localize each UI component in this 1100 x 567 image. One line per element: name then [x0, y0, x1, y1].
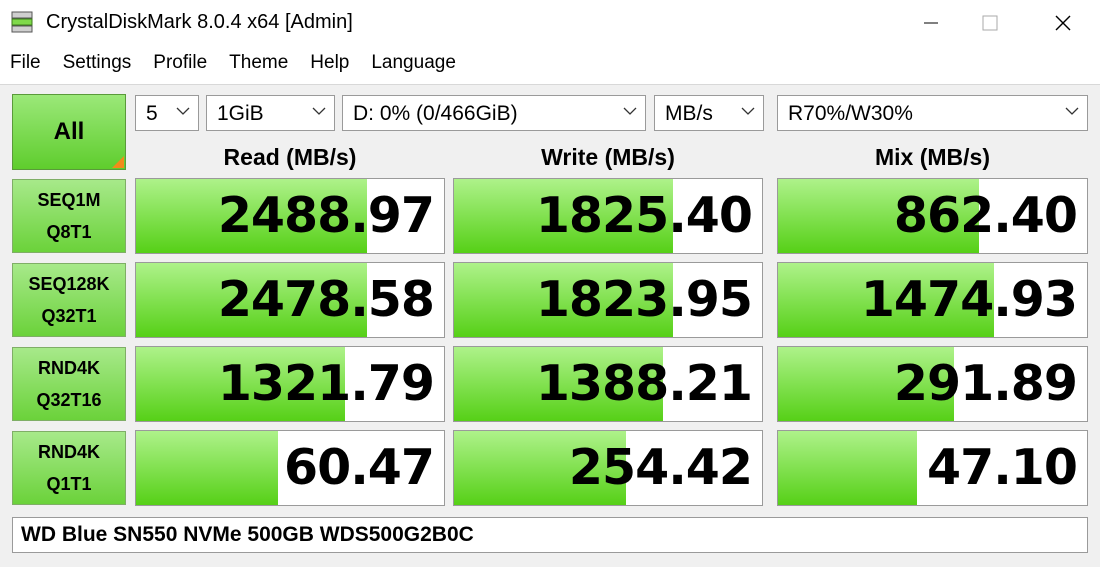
result-value: 1321.79 — [217, 355, 435, 412]
minimize-button[interactable] — [898, 0, 964, 46]
chevron-down-icon — [623, 107, 637, 115]
count-select-value: 5 — [146, 102, 158, 125]
test-params: Q32T16 — [36, 390, 102, 410]
result-cell-read: 1321.79 — [135, 346, 445, 422]
mix-ratio-select[interactable]: R70%/W30% — [777, 95, 1088, 131]
test-params: Q32T1 — [41, 306, 97, 326]
result-cell-mix: 862.40 — [777, 178, 1088, 254]
test-button-rnd4k-q1t1[interactable]: RND4K Q1T1 — [12, 431, 126, 505]
title-bar: CrystalDiskMark 8.0.4 x64 [Admin] — [0, 0, 1100, 46]
test-name: SEQ128K — [28, 274, 110, 294]
result-value: 2478.58 — [217, 271, 435, 328]
result-value: 2488.97 — [217, 187, 435, 244]
window-title: CrystalDiskMark 8.0.4 x64 [Admin] — [46, 11, 353, 33]
device-name-field[interactable]: WD Blue SN550 NVMe 500GB WDS500G2B0C — [12, 517, 1088, 553]
test-name: RND4K — [37, 358, 100, 378]
menu-help[interactable]: Help — [310, 48, 349, 80]
minimize-icon — [924, 22, 938, 24]
result-cell-write: 1388.21 — [453, 346, 763, 422]
all-button[interactable]: All — [12, 94, 126, 170]
column-header-mix: Mix (MB/s) — [875, 144, 990, 170]
result-value: 1474.93 — [860, 271, 1078, 328]
result-value: 1823.95 — [535, 271, 753, 328]
column-header-read: Read (MB/s) — [223, 144, 357, 170]
menu-file[interactable]: File — [10, 48, 41, 80]
menu-theme[interactable]: Theme — [229, 48, 288, 80]
test-button-seq1m-q8t1[interactable]: SEQ1M Q8T1 — [12, 179, 126, 253]
result-value: 47.10 — [927, 439, 1078, 496]
drive-select-value: D: 0% (0/466GiB) — [353, 102, 518, 125]
mix-ratio-select-value: R70%/W30% — [788, 102, 913, 125]
test-params: Q8T1 — [46, 222, 92, 242]
maximize-button[interactable] — [957, 0, 1023, 46]
result-cell-read: 2488.97 — [135, 178, 445, 254]
result-value: 291.89 — [893, 355, 1078, 412]
chevron-down-icon — [312, 107, 326, 115]
result-bar — [778, 431, 918, 505]
test-name: SEQ1M — [37, 190, 101, 210]
menu-bar: File Settings Profile Theme Help Languag… — [0, 48, 1100, 80]
result-value: 1825.40 — [535, 187, 753, 244]
unit-select-value: MB/s — [665, 102, 713, 125]
result-cell-write: 1823.95 — [453, 262, 763, 338]
drive-select[interactable]: D: 0% (0/466GiB) — [342, 95, 646, 131]
column-header-write: Write (MB/s) — [541, 144, 675, 170]
result-value: 60.47 — [284, 439, 435, 496]
menu-language[interactable]: Language — [371, 48, 456, 80]
count-select[interactable]: 5 — [135, 95, 199, 131]
result-cell-write: 1825.40 — [453, 178, 763, 254]
result-cell-read: 60.47 — [135, 430, 445, 506]
result-bar — [136, 431, 278, 505]
result-cell-mix: 1474.93 — [777, 262, 1088, 338]
test-button-seq128k-q32t1[interactable]: SEQ128K Q32T1 — [12, 263, 126, 337]
all-button-label: All — [53, 118, 85, 145]
size-select-value: 1GiB — [217, 102, 264, 125]
result-cell-mix: 47.10 — [777, 430, 1088, 506]
chevron-down-icon — [1065, 107, 1079, 115]
result-cell-mix: 291.89 — [777, 346, 1088, 422]
unit-select[interactable]: MB/s — [654, 95, 764, 131]
menu-profile[interactable]: Profile — [153, 48, 207, 80]
close-icon — [1055, 15, 1071, 31]
size-select[interactable]: 1GiB — [206, 95, 335, 131]
test-params: Q1T1 — [46, 474, 92, 494]
device-name: WD Blue SN550 NVMe 500GB WDS500G2B0C — [21, 523, 474, 546]
test-name: RND4K — [37, 442, 100, 462]
menu-settings[interactable]: Settings — [63, 48, 132, 80]
result-value: 862.40 — [893, 187, 1078, 244]
chevron-down-icon — [741, 107, 755, 115]
result-value: 254.42 — [568, 439, 753, 496]
chevron-down-icon — [176, 107, 190, 115]
result-value: 1388.21 — [535, 355, 753, 412]
app-disk-icon — [10, 10, 34, 34]
result-cell-read: 2478.58 — [135, 262, 445, 338]
maximize-icon — [982, 15, 998, 31]
corner-marker-icon — [112, 156, 124, 168]
close-button[interactable] — [1030, 0, 1096, 46]
test-button-rnd4k-q32t16[interactable]: RND4K Q32T16 — [12, 347, 126, 421]
result-cell-write: 254.42 — [453, 430, 763, 506]
